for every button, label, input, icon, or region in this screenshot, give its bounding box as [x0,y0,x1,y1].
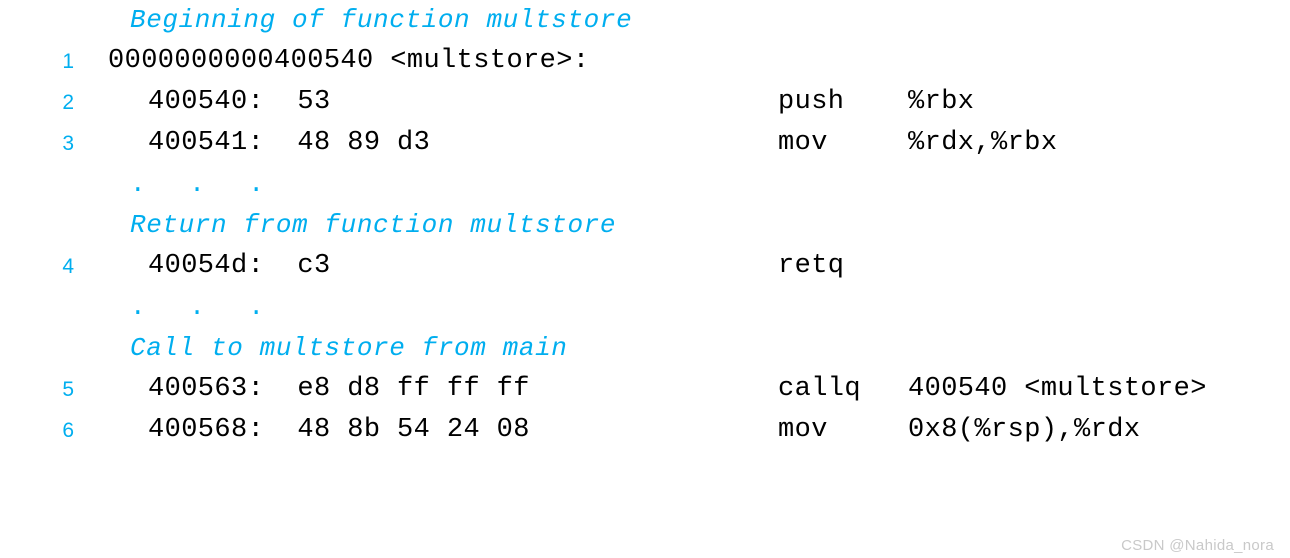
code-address: 40054d: c3 [148,251,331,281]
disassembly-listing: Beginning of function multstore 1 000000… [0,0,1290,558]
line-number: 1 [62,50,74,73]
elision-dots: . . . [130,169,279,199]
listing-row: . . . [0,287,1290,328]
code-mnemonic: callq [778,374,862,404]
listing-row: Beginning of function multstore [0,0,1290,41]
code-mnemonic: mov [778,128,828,158]
code-mnemonic: push [778,87,845,117]
code-operands: %rbx [908,87,975,117]
code-comment: Call to multstore from main [130,333,568,363]
listing-row: Return from function multstore [0,205,1290,246]
code-address: 400563: e8 d8 ff ff ff [148,374,530,404]
listing-row: 5 400563: e8 d8 ff ff ff callq 400540 <m… [0,369,1290,410]
listing-row: Call to multstore from main [0,328,1290,369]
code-mnemonic: retq [778,251,845,281]
line-number: 3 [62,132,74,155]
line-number: 4 [62,255,74,278]
listing-row: 6 400568: 48 8b 54 24 08 mov 0x8(%rsp),%… [0,410,1290,451]
listing-row: 4 40054d: c3 retq [0,246,1290,287]
elision-dots: . . . [130,292,279,322]
listing-row: 3 400541: 48 89 d3 mov %rdx,%rbx [0,123,1290,164]
line-number: 5 [62,378,74,401]
listing-row: 1 0000000000400540 <multstore>: [0,41,1290,82]
code-operands: 0x8(%rsp),%rdx [908,415,1141,445]
code-comment: Return from function multstore [130,210,617,240]
line-number: 2 [62,91,74,114]
code-operands: %rdx,%rbx [908,128,1058,158]
code-address: 400568: 48 8b 54 24 08 [148,415,530,445]
code-address: 0000000000400540 <multstore>: [108,46,590,76]
code-address: 400541: 48 89 d3 [148,128,431,158]
code-address: 400540: 53 [148,87,331,117]
code-operands: 400540 <multstore> [908,374,1207,404]
code-mnemonic: mov [778,415,828,445]
code-comment: Beginning of function multstore [130,5,633,35]
watermark: CSDN @Nahida_nora [1121,537,1274,554]
listing-row: 2 400540: 53 push %rbx [0,82,1290,123]
listing-row: . . . [0,164,1290,205]
line-number: 6 [62,419,74,442]
